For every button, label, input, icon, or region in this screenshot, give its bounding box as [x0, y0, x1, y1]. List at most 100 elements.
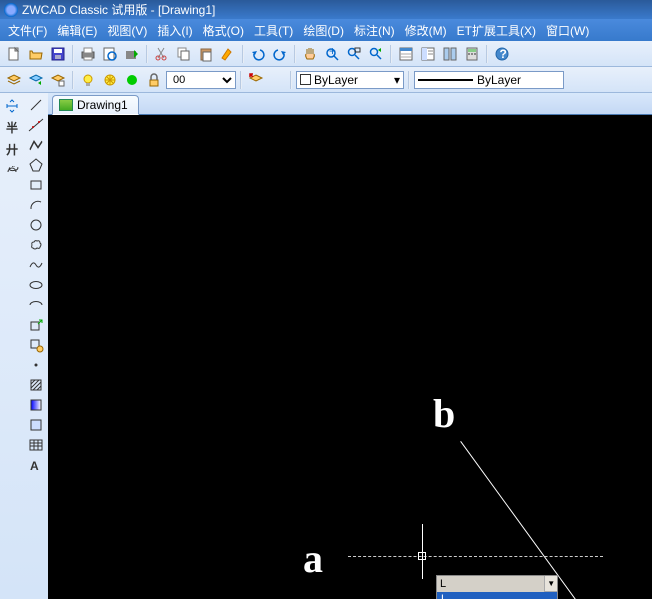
menu-et[interactable]: ET扩展工具(X)	[457, 22, 536, 39]
menu-modify[interactable]: 修改(M)	[405, 22, 447, 39]
make-current-icon[interactable]	[246, 70, 266, 90]
separator	[290, 71, 292, 89]
svg-text:廾: 廾	[6, 143, 18, 157]
publish-icon[interactable]	[122, 44, 142, 64]
menu-tools[interactable]: 工具(T)	[254, 22, 293, 39]
color-green-icon[interactable]	[122, 70, 142, 90]
mtext-icon[interactable]: A	[28, 457, 44, 473]
undo-icon[interactable]	[248, 44, 268, 64]
color-combo[interactable]: ByLayer ▾	[296, 71, 404, 89]
document-tab-bar: Drawing1	[48, 93, 652, 115]
layer-combo[interactable]: 00	[166, 71, 236, 89]
dim-linear-icon[interactable]	[3, 97, 21, 115]
layer-prev-icon[interactable]	[26, 70, 46, 90]
revcloud-icon[interactable]	[28, 237, 44, 253]
document-tab-label: Drawing1	[77, 98, 128, 112]
canvas-area: Drawing1 a b ▼ L LA LAS LASTANGLE LAST	[48, 93, 652, 599]
document-icon	[59, 99, 73, 111]
pline-icon[interactable]	[28, 137, 44, 153]
autocomplete-item[interactable]: L	[437, 592, 557, 599]
xline-icon[interactable]	[28, 117, 44, 133]
menu-bar: 文件(F) 编辑(E) 视图(V) 插入(I) 格式(O) 工具(T) 绘图(D…	[0, 19, 652, 41]
rectangle-icon[interactable]	[28, 177, 44, 193]
menu-insert[interactable]: 插入(I)	[157, 22, 192, 39]
command-autocomplete: ▼ L LA LAS LASTANGLE LASTCMDANG	[436, 575, 558, 599]
ellipse-arc-icon[interactable]	[28, 297, 44, 313]
layers-toolbar: 00 ByLayer ▾ ByLayer	[0, 67, 652, 93]
spline-icon[interactable]	[28, 257, 44, 273]
menu-window[interactable]: 窗口(W)	[546, 22, 589, 39]
annotation-b: b	[433, 390, 455, 437]
copy-icon[interactable]	[174, 44, 194, 64]
misc-toolbar: 半 廾 ت	[0, 93, 24, 599]
drawing-canvas[interactable]: a b ▼ L LA LAS LASTANGLE LASTCMDANG	[48, 115, 652, 599]
props-icon[interactable]	[396, 44, 416, 64]
help-icon[interactable]: ?	[492, 44, 512, 64]
freeze-icon[interactable]	[100, 70, 120, 90]
open-icon[interactable]	[26, 44, 46, 64]
color-combo-value: ByLayer	[314, 73, 358, 87]
preview-icon[interactable]	[100, 44, 120, 64]
ellipse-icon[interactable]	[28, 277, 44, 293]
menu-dim[interactable]: 标注(N)	[354, 22, 395, 39]
separator	[486, 45, 488, 63]
pan-icon[interactable]	[300, 44, 320, 64]
cut-icon[interactable]	[152, 44, 172, 64]
svg-text:ت: ت	[8, 164, 19, 174]
title-bar: ZWCAD Classic 试用版 - [Drawing1]	[0, 0, 652, 19]
save-icon[interactable]	[48, 44, 68, 64]
redo-icon[interactable]	[270, 44, 290, 64]
crosshair-pickbox	[418, 552, 426, 560]
print-icon[interactable]	[78, 44, 98, 64]
text-icon[interactable]: 半	[3, 119, 21, 137]
layer-state-icon[interactable]	[48, 70, 68, 90]
insert-block-icon[interactable]	[28, 317, 44, 333]
standard-toolbar: + ?	[0, 41, 652, 67]
layer-manager-icon[interactable]	[4, 70, 24, 90]
crosshair-horizontal	[348, 556, 603, 557]
autocomplete-input[interactable]	[437, 576, 544, 592]
table-icon[interactable]	[28, 437, 44, 453]
make-block-icon[interactable]	[28, 337, 44, 353]
designcenter-icon[interactable]	[418, 44, 438, 64]
zoom-win-icon[interactable]	[344, 44, 364, 64]
separator	[72, 45, 74, 63]
gradient-icon[interactable]	[28, 397, 44, 413]
new-icon[interactable]	[4, 44, 24, 64]
toolpalettes-icon[interactable]	[440, 44, 460, 64]
menu-view[interactable]: 视图(V)	[107, 22, 147, 39]
circle-icon[interactable]	[28, 217, 44, 233]
paste-icon[interactable]	[196, 44, 216, 64]
bulb-on-icon[interactable]	[78, 70, 98, 90]
linetype-combo-value: ByLayer	[477, 73, 521, 87]
region-icon[interactable]	[28, 417, 44, 433]
menu-file[interactable]: 文件(F)	[8, 22, 47, 39]
arc-icon[interactable]	[28, 197, 44, 213]
settings-icon[interactable]: ت	[3, 163, 21, 181]
zoom-rt-icon[interactable]: +	[322, 44, 342, 64]
cjk-icon[interactable]: 廾	[3, 141, 21, 159]
linetype-combo[interactable]: ByLayer	[414, 71, 564, 89]
document-tab[interactable]: Drawing1	[52, 95, 139, 115]
dropdown-arrow-icon[interactable]: ▼	[544, 576, 557, 591]
svg-text:A: A	[30, 459, 39, 473]
menu-draw[interactable]: 绘图(D)	[303, 22, 344, 39]
line-icon[interactable]	[28, 97, 44, 113]
separator	[294, 45, 296, 63]
draw-toolbar: A	[24, 93, 48, 599]
menu-edit[interactable]: 编辑(E)	[57, 22, 97, 39]
line-swatch-icon	[418, 79, 473, 81]
workspace: 半 廾 ت A Drawing1 a b	[0, 93, 652, 599]
lock-icon[interactable]	[144, 70, 164, 90]
menu-format[interactable]: 格式(O)	[203, 22, 244, 39]
color-swatch-icon	[300, 74, 311, 85]
calc-icon[interactable]	[462, 44, 482, 64]
app-icon	[4, 3, 18, 17]
point-icon[interactable]	[28, 357, 44, 373]
svg-text:+: +	[329, 46, 336, 58]
hatch-icon[interactable]	[28, 377, 44, 393]
zoom-prev-icon[interactable]	[366, 44, 386, 64]
match-icon[interactable]	[218, 44, 238, 64]
polygon-icon[interactable]	[28, 157, 44, 173]
svg-text:半: 半	[6, 120, 18, 135]
